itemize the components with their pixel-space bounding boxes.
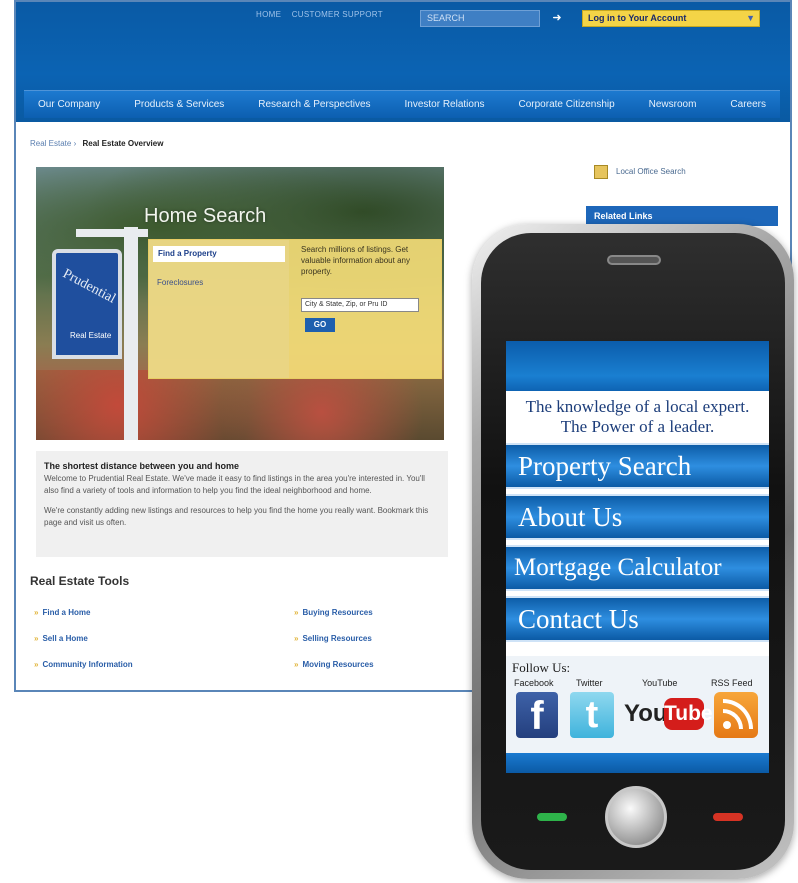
arrow-icon: » xyxy=(34,660,39,669)
tab-foreclosures[interactable]: Foreclosures xyxy=(157,278,203,287)
rss-label: RSS Feed xyxy=(711,678,753,688)
hero-title: Home Search xyxy=(144,205,267,227)
tab-foreclosures-label: Foreclosures xyxy=(157,278,204,287)
search-arrow-icon[interactable]: ➜ xyxy=(550,10,564,27)
tool-link-selling-resources[interactable]: » Selling Resources xyxy=(294,634,372,643)
facebook-glyph: f xyxy=(530,694,544,738)
twitter-icon[interactable]: t xyxy=(570,692,614,738)
intro-paragraph-2: We're constantly adding new listings and… xyxy=(44,506,429,527)
tools-title: Real Estate Tools xyxy=(30,574,130,588)
nav-item-careers[interactable]: Careers xyxy=(730,99,766,110)
menu-mortgage-calculator-button[interactable]: Mortgage Calculator xyxy=(506,545,769,591)
arrow-icon: » xyxy=(294,634,299,643)
tool-link-label: Selling Resources xyxy=(302,634,372,643)
local-office-search-label: Local Office Search xyxy=(616,167,686,177)
main-nav: Our Company Products & Services Research… xyxy=(24,90,780,118)
breadcrumb: Real Estate › Real Estate Overview xyxy=(30,139,163,148)
nav-item-products-services[interactable]: Products & Services xyxy=(134,99,224,110)
real-estate-sign: Prudential Real Estate xyxy=(52,249,122,359)
twitter-glyph: t xyxy=(585,694,599,736)
site-search-input[interactable]: SEARCH xyxy=(420,10,540,27)
breadcrumb-separator: › xyxy=(73,139,77,148)
nav-item-research[interactable]: Research & Perspectives xyxy=(258,99,370,110)
login-dropdown-label: Log in to Your Account xyxy=(588,13,687,23)
arrow-icon: » xyxy=(34,634,39,643)
home-button[interactable] xyxy=(605,786,667,848)
sign-post xyxy=(124,227,138,440)
tab-find-property-label: Find a Property xyxy=(158,249,217,258)
nav-item-investor-relations[interactable]: Investor Relations xyxy=(404,99,484,110)
arrow-icon: » xyxy=(34,608,39,617)
arrow-icon: » xyxy=(294,660,299,669)
menu-contact-us-button[interactable]: Contact Us xyxy=(506,596,769,642)
facebook-label: Facebook xyxy=(514,678,554,688)
rss-icon[interactable] xyxy=(714,692,758,738)
menu-property-search-button[interactable]: Property Search xyxy=(506,443,769,489)
mobile-tagline: The knowledge of a local expert. The Pow… xyxy=(506,397,769,437)
search-tabs: Find a Property Foreclosures xyxy=(149,240,289,378)
top-nav: HOME CUSTOMER SUPPORT xyxy=(256,10,391,19)
home-search-hero: Prudential Real Estate Home Search Find … xyxy=(36,167,444,440)
youtube-label: YouTube xyxy=(642,678,678,688)
end-call-button[interactable] xyxy=(713,813,743,821)
breadcrumb-parent[interactable]: Real Estate xyxy=(30,139,71,148)
property-search-panel: Find a Property Foreclosures Search mill… xyxy=(148,239,442,379)
tool-link-buying-resources[interactable]: » Buying Resources xyxy=(294,608,373,617)
intro-paragraph-1: Welcome to Prudential Real Estate. We've… xyxy=(44,474,425,495)
tool-link-label: Sell a Home xyxy=(42,634,88,643)
phone-screen: The knowledge of a local expert. The Pow… xyxy=(506,341,769,773)
smartphone: The knowledge of a local expert. The Pow… xyxy=(472,224,794,879)
phone-body: The knowledge of a local expert. The Pow… xyxy=(481,233,785,870)
top-nav-home-link[interactable]: HOME xyxy=(256,10,281,19)
go-button[interactable]: GO xyxy=(305,318,335,332)
phone-speaker xyxy=(607,255,661,265)
rss-dot xyxy=(723,721,731,729)
mobile-footer-bar xyxy=(506,753,769,773)
follow-us-label: Follow Us: xyxy=(512,660,571,675)
tool-link-label: Community Information xyxy=(42,660,133,669)
login-dropdown[interactable]: Log in to Your Account ▼ xyxy=(582,10,760,27)
arrow-icon: » xyxy=(294,608,299,617)
nav-item-newsroom[interactable]: Newsroom xyxy=(649,99,697,110)
breadcrumb-current: Real Estate Overview xyxy=(82,139,164,148)
location-search-input[interactable]: City & State, Zip, or Pru ID xyxy=(301,298,419,312)
tool-link-community-info[interactable]: » Community Information xyxy=(34,660,133,669)
sign-sub-text: Real Estate xyxy=(70,331,112,340)
tool-link-sell-home[interactable]: » Sell a Home xyxy=(34,634,88,643)
hero-background-garden xyxy=(36,370,444,440)
sign-brand-text: Prudential xyxy=(60,266,118,307)
mobile-header-bar xyxy=(506,341,769,391)
call-button[interactable] xyxy=(537,813,567,821)
top-nav-support-link[interactable]: CUSTOMER SUPPORT xyxy=(292,10,383,19)
chevron-down-icon: ▼ xyxy=(746,13,755,23)
tool-link-label: Find a Home xyxy=(42,608,91,617)
local-office-search-link[interactable]: Local Office Search xyxy=(594,165,686,179)
map-icon xyxy=(594,165,608,179)
nav-item-corporate-citizenship[interactable]: Corporate Citizenship xyxy=(519,99,615,110)
youtube-icon[interactable]: You Tube xyxy=(624,692,713,738)
site-header: HOME CUSTOMER SUPPORT SEARCH ➜ Log in to… xyxy=(16,2,790,122)
tool-link-find-home[interactable]: » Find a Home xyxy=(34,608,90,617)
tagline-line-1: The knowledge of a local expert. xyxy=(525,397,750,416)
facebook-icon[interactable]: f xyxy=(516,692,558,738)
tool-link-label: Buying Resources xyxy=(302,608,373,617)
nav-item-our-company[interactable]: Our Company xyxy=(38,99,100,110)
youtube-you-text: You xyxy=(624,700,668,727)
intro-heading: The shortest distance between you and ho… xyxy=(44,461,240,471)
menu-about-us-button[interactable]: About Us xyxy=(506,494,769,540)
related-links-header: Related Links xyxy=(586,206,778,226)
tab-find-property[interactable]: Find a Property xyxy=(153,246,285,262)
tagline-line-2: The Power of a leader. xyxy=(560,417,715,436)
tool-link-moving-resources[interactable]: » Moving Resources xyxy=(294,660,374,669)
youtube-tube-text: Tube xyxy=(664,698,713,730)
search-panel-description: Search millions of listings. Get valuabl… xyxy=(301,245,410,276)
tool-link-label: Moving Resources xyxy=(302,660,374,669)
twitter-label: Twitter xyxy=(576,678,603,688)
intro-box: The shortest distance between you and ho… xyxy=(36,451,448,557)
